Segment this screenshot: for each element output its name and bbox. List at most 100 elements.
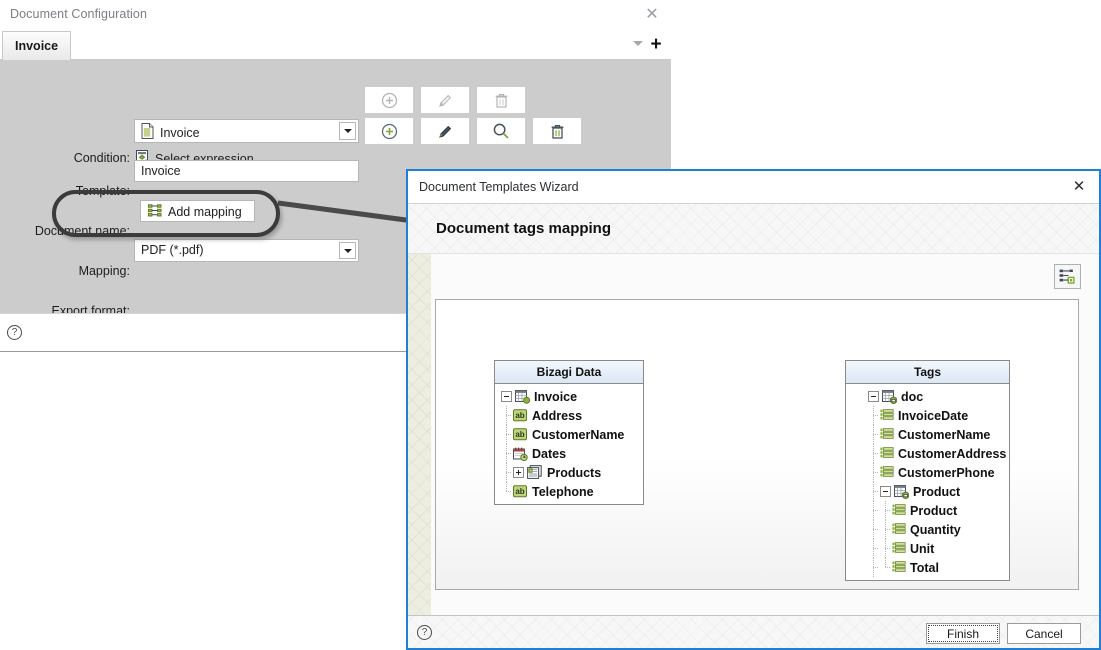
tree-node-label: doc [901,389,924,404]
tree-node-label: Total [910,560,939,575]
tree-guide-line [880,520,892,539]
connector-arrow-icon[interactable] [628,447,637,459]
plus-icon[interactable]: + [648,35,664,54]
entity-icon [515,389,530,404]
condition-edit-button[interactable] [421,87,469,113]
close-icon[interactable]: ✕ [1069,178,1089,196]
condition-delete-button[interactable] [477,87,525,113]
connector-arrow-icon[interactable] [850,428,859,441]
tree-node-customeraddress-3[interactable]: CustomerAddress [846,444,1009,463]
tree-node-address-1[interactable]: ab Address [495,406,643,425]
ab-string-icon: ab [513,409,528,422]
template-label: Template: [75,184,130,198]
tree-node-label: Unit [910,541,935,556]
export-format-combobox[interactable]: PDF (*.pdf) [134,239,359,262]
tree-tags[interactable]: doc InvoiceDate CustomerName CustomerAddres… [846,384,1009,580]
add-mapping-label: Add mapping [168,205,242,219]
export-format-value: PDF (*.pdf) [141,243,204,257]
connector-arrow-icon[interactable] [850,447,859,460]
tree-guide-line [868,501,880,520]
tag-icon [880,428,894,441]
screenshot-root: Document Configuration ✕ Invoice + Condi… [0,0,1101,650]
mapping-canvas[interactable]: Bizagi Data Invoice ab Address ab CustomerNa… [435,299,1079,590]
tree-node-product-5[interactable]: Product [846,482,1009,501]
tree-node-products-4[interactable]: Products [495,463,643,482]
connector-arrow-icon[interactable] [628,428,637,440]
help-icon[interactable]: ? [7,325,22,340]
template-dropdown-arrow[interactable] [339,122,356,140]
search-icon [493,123,509,139]
connector-arrow-icon[interactable] [850,485,859,498]
template-combobox[interactable]: Invoice [134,119,359,143]
tree-node-quantity-7[interactable]: Quantity [846,520,1009,539]
template-search-button[interactable] [477,118,525,144]
tree-bizagi-data[interactable]: Invoice ab Address ab CustomerName Dates Produ… [495,384,643,504]
tree-node-telephone-5[interactable]: ab Telephone [495,482,643,501]
close-icon[interactable]: ✕ [641,5,663,25]
tree-node-unit-8[interactable]: Unit [846,539,1009,558]
tree-guide-line [868,558,880,577]
tree-guide-line [501,482,513,501]
tag-icon [880,409,894,422]
connector-arrow-icon[interactable] [628,409,637,421]
tree-node-customername-2[interactable]: ab CustomerName [495,425,643,444]
tree-node-label: Product [913,484,961,499]
connector-arrow-icon[interactable] [850,504,859,517]
connector-arrow-icon[interactable] [850,542,859,555]
panel-tags[interactable]: Tags doc InvoiceDate CustomerName CustomerA… [845,360,1010,581]
connector-arrow-icon[interactable] [628,466,637,478]
connector-arrow-icon[interactable] [850,390,859,403]
add-icon [381,92,397,108]
tag-icon [892,504,906,517]
template-delete-button[interactable] [533,118,581,144]
template-add-button[interactable] [365,118,413,144]
tree-node-total-9[interactable]: Total [846,558,1009,577]
tree-guide-line [501,444,513,463]
tree-guide-line [868,425,880,444]
connector-arrow-icon[interactable] [850,523,859,536]
cancel-button[interactable]: Cancel [1007,623,1081,644]
auto-map-icon[interactable] [1054,264,1081,289]
document-name-input[interactable]: Invoice [134,160,359,182]
connector-arrow-icon[interactable] [850,561,859,574]
tree-node-doc-0[interactable]: doc [846,387,1009,406]
document-file-icon [141,123,154,142]
svg-text:ab: ab [515,430,524,439]
tree-node-invoice-0[interactable]: Invoice [495,387,643,406]
wizard-titlebar: Document Templates Wizard ✕ [408,171,1099,204]
tree-guide-line [868,406,880,425]
tree-guide-line [880,539,892,558]
tree-node-product-6[interactable]: Product [846,501,1009,520]
panel-header-tags: Tags [846,361,1009,384]
tree-node-label: Dates [532,446,567,461]
tree-node-customername-2[interactable]: CustomerName [846,425,1009,444]
ab-string-icon: ab [513,428,528,441]
template-edit-button[interactable] [421,118,469,144]
tab-invoice[interactable]: Invoice [2,31,72,60]
panel-bizagi-data[interactable]: Bizagi Data Invoice ab Address ab CustomerNa… [494,360,644,505]
mapping-label: Mapping: [78,264,130,278]
tree-node-customerphone-4[interactable]: CustomerPhone [846,463,1009,482]
finish-button[interactable]: Finish [926,623,1000,644]
chevron-down-icon[interactable] [633,41,643,46]
connector-arrow-icon[interactable] [628,485,637,497]
help-icon[interactable]: ? [417,625,432,640]
condition-add-button[interactable] [365,87,413,113]
export-format-dropdown-arrow[interactable] [339,242,356,259]
expand-icon[interactable] [513,467,524,478]
tree-node-dates-3[interactable]: Dates [495,444,643,463]
connector-arrow-icon[interactable] [850,409,859,422]
collapse-icon[interactable] [868,391,879,402]
panel-header-bizagi-data: Bizagi Data [495,361,643,384]
document-templates-wizard-window: Document Templates Wizard ✕ Document tag… [406,169,1101,650]
connector-arrow-icon[interactable] [628,390,637,402]
tree-node-invoicedate-1[interactable]: InvoiceDate [846,406,1009,425]
collapse-icon[interactable] [880,486,891,497]
tree-guide-line [501,425,513,444]
connector-arrow-icon[interactable] [850,466,859,479]
collapse-icon[interactable] [501,391,512,402]
titlebar: Document Configuration ✕ [0,0,671,30]
tag-icon [880,466,894,479]
wizard-toolbar [1054,264,1081,289]
add-mapping-button[interactable]: Add mapping [140,200,255,222]
